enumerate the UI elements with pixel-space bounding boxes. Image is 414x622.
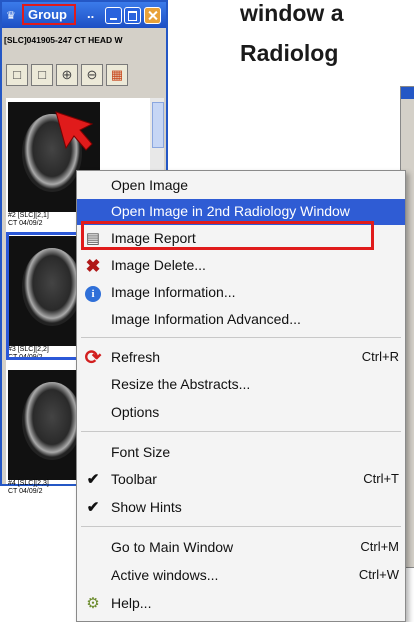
menu-separator	[81, 337, 401, 338]
menu-item-image-information-advanced[interactable]: Image Information Advanced...	[77, 307, 405, 333]
thumbnail-caption: #4 [SLC][2,3] CT 04/09/2	[8, 480, 49, 495]
delete-icon: ✖	[85, 256, 101, 276]
instruction-text-line-2: Radiolog	[240, 40, 339, 66]
help-icon: ⚙	[86, 595, 100, 612]
menu-item-help[interactable]: ⚙ Help...	[77, 591, 405, 617]
menu-annotation-box	[81, 221, 374, 250]
thumbnail-caption: #2 [SLC][2,1] CT 04/09/2	[8, 212, 49, 227]
menu-item-toolbar[interactable]: ✔ Toolbar Ctrl+T	[77, 467, 405, 493]
instruction-text-line-1: window a	[240, 0, 344, 26]
menu-item-open-image[interactable]: Open Image	[77, 173, 405, 199]
menu-item-resize-abstracts[interactable]: Resize the Abstracts...	[77, 372, 405, 398]
refresh-icon: ⟳	[84, 347, 102, 369]
scrollbar-thumb[interactable]	[152, 102, 164, 148]
info-icon: i	[83, 283, 103, 303]
menu-item-show-hints[interactable]: ✔ Show Hints	[77, 495, 405, 521]
maximize-button[interactable]	[124, 7, 141, 24]
zoom-in-icon[interactable]: ⊕	[56, 64, 78, 86]
menu-item-font-size[interactable]: Font Size	[77, 440, 405, 466]
menu-item-image-delete[interactable]: ✖ Image Delete...	[77, 253, 405, 279]
menu-item-options[interactable]: Options	[77, 400, 405, 426]
menu-item-active-windows[interactable]: Active windows... Ctrl+W	[77, 563, 405, 589]
menu-item-refresh[interactable]: ⟳ Refresh Ctrl+R	[77, 345, 405, 371]
group-annotation-box	[22, 4, 76, 25]
red-arrow-cursor-icon	[55, 111, 94, 151]
title-ellipsis: ..	[87, 6, 95, 21]
ct-scan-image	[22, 382, 82, 460]
menu-separator	[81, 526, 401, 527]
menu-item-image-information[interactable]: i Image Information...	[77, 280, 405, 306]
menu-separator	[81, 431, 401, 432]
zoom-out-icon[interactable]: ⊖	[81, 64, 103, 86]
checkmark-icon: ✔	[86, 499, 100, 516]
close-button[interactable]	[144, 7, 161, 24]
app-icon: ♛	[6, 10, 16, 22]
book-icon[interactable]: □	[31, 64, 53, 86]
menu-item-go-to-main-window[interactable]: Go to Main Window Ctrl+M	[77, 535, 405, 561]
checkmark-icon: ✔	[86, 471, 100, 488]
layout-icon[interactable]: ▦	[106, 64, 128, 86]
radiology-window-title-bar[interactable]	[401, 87, 414, 99]
study-description: [SLC]041905-247 CT HEAD W	[4, 35, 123, 45]
minimize-button[interactable]	[105, 7, 122, 24]
book-icon[interactable]: □	[6, 64, 28, 86]
